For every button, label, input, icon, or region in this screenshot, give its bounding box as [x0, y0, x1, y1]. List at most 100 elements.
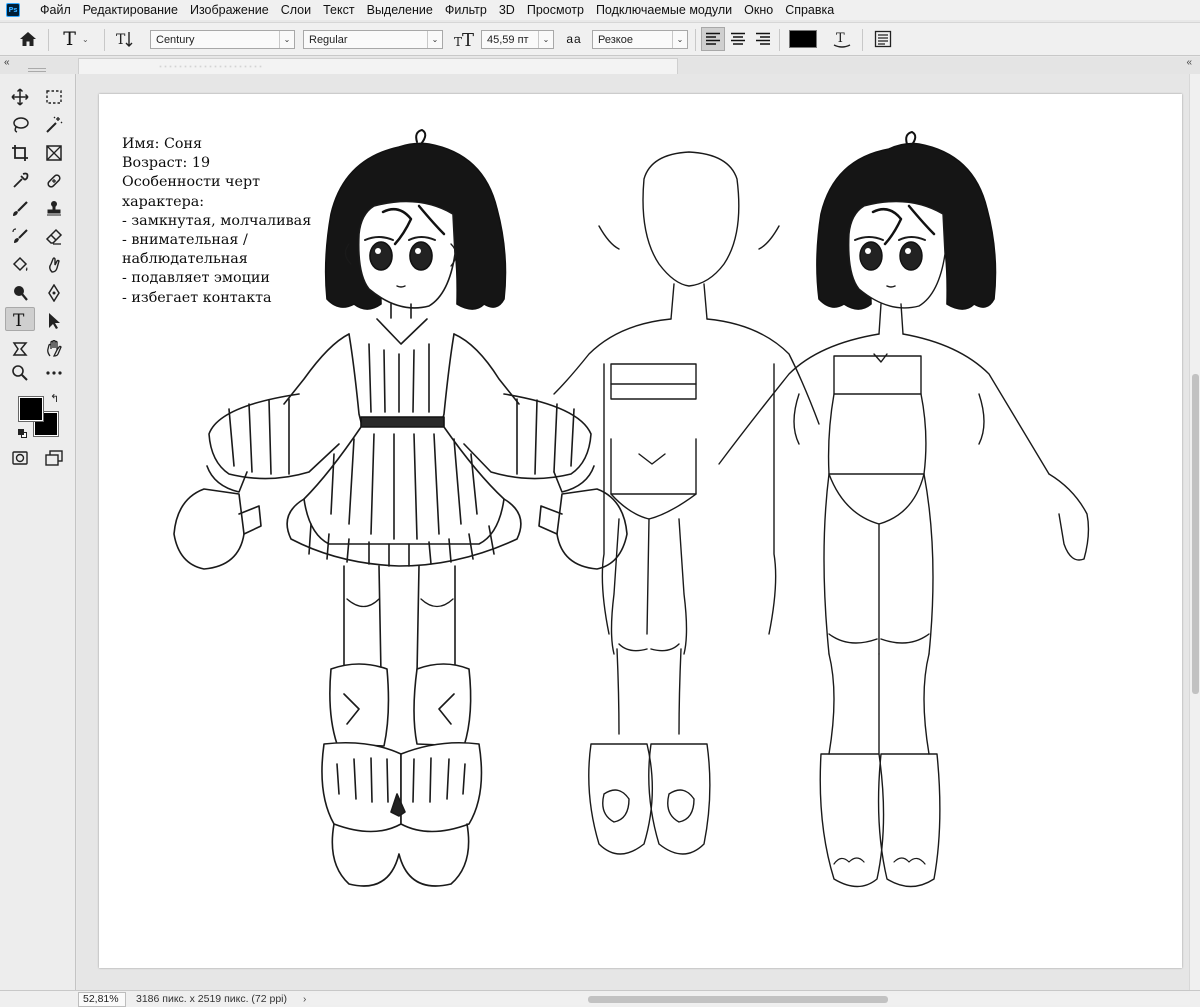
- swap-colors-icon[interactable]: ↰: [50, 392, 59, 405]
- chevron-down-icon: ⌄: [279, 31, 294, 48]
- menu-view[interactable]: Просмотр: [521, 0, 590, 20]
- chevron-down-icon: ⌄: [81, 34, 89, 44]
- crop-icon[interactable]: [5, 141, 35, 165]
- zoom-icon[interactable]: [5, 361, 35, 385]
- horizontal-scrollbar-thumb[interactable]: [588, 996, 888, 1003]
- status-menu-arrow-icon[interactable]: ›: [303, 994, 306, 1005]
- text-line-trait-2b: наблюдательная: [122, 251, 248, 268]
- stamp-icon[interactable]: [39, 197, 69, 221]
- options-bar: T ⌄ T Century ⌄ Regular ⌄ TT 45,59 пт ⌄ …: [0, 22, 1200, 56]
- eraser-icon[interactable]: [39, 225, 69, 249]
- align-center-button[interactable]: [726, 27, 750, 51]
- svg-text:T: T: [13, 311, 25, 328]
- document-tab-strip: « ····················· «: [0, 57, 1200, 74]
- chevron-down-icon: ⌄: [427, 31, 442, 48]
- text-line-traits-heading-1: Особенности черт: [122, 174, 261, 191]
- align-right-button[interactable]: [751, 27, 775, 51]
- antialias-select[interactable]: Резкое ⌄: [592, 30, 688, 49]
- text-line-traits-heading-2: характера:: [122, 193, 205, 210]
- menu-window[interactable]: Окно: [738, 0, 779, 20]
- font-size-input[interactable]: 45,59 пт ⌄: [481, 30, 554, 49]
- chevron-down-icon: ⌄: [672, 31, 687, 48]
- separator: [695, 29, 696, 51]
- align-right-icon: [756, 32, 770, 45]
- back-view-base-figure: [553, 151, 820, 855]
- font-family-value: Century: [156, 33, 195, 46]
- menu-plugins[interactable]: Подключаемые модули: [590, 0, 738, 20]
- type-icon[interactable]: T: [5, 307, 35, 331]
- menu-select[interactable]: Выделение: [361, 0, 439, 20]
- frame-icon[interactable]: [39, 141, 69, 165]
- healing-icon[interactable]: [39, 169, 69, 193]
- default-colors-icon[interactable]: [18, 429, 27, 438]
- pen-icon[interactable]: [39, 281, 69, 305]
- separator: [779, 29, 780, 51]
- vertical-scrollbar-thumb[interactable]: [1192, 374, 1199, 694]
- history-brush-icon[interactable]: [5, 225, 35, 249]
- menu-bar: Ps Файл Редактирование Изображение Слои …: [0, 0, 1200, 20]
- move-icon[interactable]: [5, 85, 35, 109]
- dodge-icon[interactable]: [5, 281, 35, 305]
- menu-3d[interactable]: 3D: [493, 0, 521, 20]
- warp-text-icon[interactable]: T: [829, 23, 855, 55]
- document-tab[interactable]: ·····················: [78, 58, 678, 74]
- marquee-icon[interactable]: [39, 85, 69, 109]
- text-color-swatch[interactable]: [787, 23, 819, 55]
- text-line-trait-2a: - внимательная /: [122, 232, 248, 249]
- font-size-value: 45,59 пт: [487, 33, 529, 46]
- shape-icon[interactable]: [5, 337, 35, 361]
- character-description-text[interactable]: Имя: Соня Возраст: 19 Особенности черт х…: [122, 135, 352, 308]
- eyedropper-icon[interactable]: [5, 169, 35, 193]
- hand-icon[interactable]: [39, 337, 69, 361]
- menu-layers[interactable]: Слои: [275, 0, 317, 20]
- quick-mask-icon[interactable]: [5, 446, 35, 470]
- svg-text:T: T: [454, 35, 462, 48]
- text-line-trait-1: - замкнутая, молчаливая: [122, 212, 312, 229]
- path-select-icon[interactable]: [39, 309, 69, 333]
- font-size-icon: TT: [452, 23, 478, 55]
- character-panel-icon[interactable]: [870, 23, 896, 55]
- menu-edit[interactable]: Редактирование: [77, 0, 184, 20]
- tool-preset-picker[interactable]: T ⌄: [56, 23, 96, 55]
- font-family-select[interactable]: Century ⌄: [150, 30, 295, 49]
- document-tab-title: ·····················: [159, 61, 264, 71]
- zoom-level-input[interactable]: 52,81%: [78, 991, 126, 1007]
- status-bar: 52,81% 3186 пикс. x 2519 пикс. (72 ppi) …: [0, 990, 1200, 1007]
- smudge-icon[interactable]: [39, 253, 69, 277]
- separator: [862, 29, 863, 51]
- magic-wand-icon[interactable]: [39, 113, 69, 137]
- menu-filter[interactable]: Фильтр: [439, 0, 493, 20]
- menu-file[interactable]: Файл: [28, 0, 77, 20]
- chevron-down-icon: ⌄: [538, 31, 553, 48]
- tools-panel: T ↰: [0, 68, 76, 990]
- horizontal-scrollbar[interactable]: [310, 994, 1190, 1005]
- text-line-age: Возраст: 19: [122, 155, 211, 172]
- separator: [104, 29, 105, 51]
- font-style-select[interactable]: Regular ⌄: [303, 30, 443, 49]
- lasso-icon[interactable]: [5, 113, 35, 137]
- antialias-label: aa: [566, 32, 582, 46]
- canvas-workspace[interactable]: Имя: Соня Возраст: 19 Особенности черт х…: [77, 74, 1189, 990]
- align-center-icon: [731, 32, 745, 45]
- text-line-trait-4: - избегает контакта: [122, 289, 272, 306]
- brush-icon[interactable]: [5, 197, 35, 221]
- menu-type[interactable]: Текст: [317, 0, 360, 20]
- align-left-button[interactable]: [701, 27, 725, 51]
- vertical-scrollbar[interactable]: [1189, 74, 1200, 990]
- type-tool-preset-icon: T: [63, 28, 76, 50]
- more-tools-icon[interactable]: [39, 361, 69, 385]
- toggle-text-orientation-icon[interactable]: T: [112, 23, 140, 55]
- photoshop-logo-icon[interactable]: Ps: [6, 3, 20, 17]
- foreground-color-swatch[interactable]: [18, 396, 44, 422]
- svg-text:T: T: [836, 31, 845, 46]
- antialias-value: Резкое: [598, 33, 633, 46]
- document-canvas[interactable]: Имя: Соня Возраст: 19 Особенности черт х…: [99, 94, 1182, 968]
- home-icon[interactable]: [14, 23, 42, 55]
- align-left-icon: [706, 32, 720, 45]
- menu-image[interactable]: Изображение: [184, 0, 275, 20]
- expand-panel-icon[interactable]: «: [1186, 57, 1192, 68]
- screen-mode-icon[interactable]: [39, 446, 69, 470]
- font-style-value: Regular: [309, 33, 348, 46]
- bucket-icon[interactable]: [5, 253, 35, 277]
- menu-help[interactable]: Справка: [779, 0, 840, 20]
